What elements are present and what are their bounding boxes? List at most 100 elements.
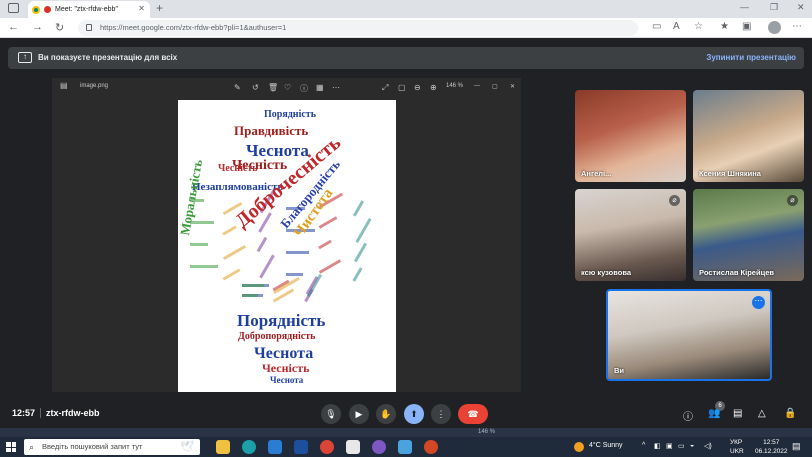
edit-icon[interactable]: ✎	[234, 83, 241, 92]
read-aloud-icon[interactable]: A	[673, 21, 680, 32]
taskbar-clock[interactable]: 12:57 06.12.2022	[755, 438, 788, 456]
raise-hand-button[interactable]: ✋	[376, 404, 396, 424]
participant-tile[interactable]: ⌀ ксю кузовова	[575, 189, 686, 281]
word-cloud-filler	[352, 200, 365, 217]
word-cloud-word: Добропорядність	[238, 331, 316, 342]
tray-app-icon[interactable]: ◧	[654, 442, 661, 450]
clock-time: 12:57	[763, 439, 780, 446]
print-icon[interactable]: ▦	[316, 83, 324, 92]
photos-icon[interactable]	[398, 440, 412, 454]
mic-off-icon: ⌀	[669, 195, 680, 206]
viber-icon[interactable]	[372, 440, 386, 454]
shared-screen: ▤ image.png ✎ ↺ 🗑 ♡ ⓘ ▦ ⋯ ⤢ ▢ ⊖ ⊕ 146 % …	[52, 78, 521, 392]
tab-title: Meet: "ztx-rfdw-ebb"	[55, 6, 118, 13]
notifications-icon[interactable]: ▤	[792, 441, 801, 452]
meet-area: ↑ Ви показуєте презентацію для всіх Зупи…	[0, 38, 812, 428]
divider	[40, 408, 41, 418]
word-cloud-filler	[259, 254, 275, 279]
tray-volume-icon[interactable]: ◁)	[704, 442, 712, 450]
meet-favicon-icon	[32, 5, 40, 14]
language-indicator[interactable]: УКР UKR	[730, 438, 744, 456]
heart-icon[interactable]: ♡	[284, 83, 291, 92]
participant-name: Ксения Шнякина	[699, 169, 761, 178]
back-icon[interactable]: ←	[8, 21, 19, 33]
info-icon[interactable]: ⓘ	[300, 83, 308, 94]
end-call-button[interactable]: ☎	[458, 404, 488, 424]
viewer-more-icon[interactable]: ⋯	[332, 83, 340, 92]
more-options-icon[interactable]: ⋯	[752, 296, 765, 309]
zoom-level: 146 %	[446, 83, 464, 89]
language-bottom: UKR	[730, 448, 744, 455]
rotate-icon[interactable]: ↺	[252, 83, 259, 92]
weather-text[interactable]: 4°C Sunny	[589, 442, 623, 449]
tray-network-icon[interactable]: ◒	[690, 442, 694, 449]
people-icon[interactable]: 👥	[708, 408, 720, 419]
meeting-info-icon[interactable]: ⓘ	[683, 408, 693, 423]
taskbar-search-input[interactable]: ⌕ Введіть пошуковий запит тут	[24, 439, 200, 455]
file-explorer-icon[interactable]	[216, 440, 230, 454]
tab-actions-icon[interactable]	[8, 3, 19, 13]
word-cloud-word: Чесність	[262, 361, 310, 375]
forward-icon[interactable]: →	[32, 21, 43, 33]
word-cloud-image: Порядність Правдивість Чесність Чеснота Неза…	[178, 100, 396, 392]
present-screen-button[interactable]: ⬆	[404, 404, 424, 424]
tab-close-icon[interactable]: ✕	[138, 4, 145, 13]
participant-tile[interactable]: ⌀ Ростислав Кірейцев	[693, 189, 804, 281]
word-cloud-word: Чеснота	[270, 375, 304, 385]
browser-window: Meet: "ztx-rfdw-ebb" ✕ + — ❐ ✕ ← → ↻ htt…	[0, 0, 812, 457]
word-cloud-filler	[242, 294, 258, 297]
word-cloud-word: Чесність	[218, 163, 258, 174]
word-cloud-filler	[242, 284, 264, 287]
tray-chevron-icon[interactable]: ^	[642, 442, 645, 449]
reload-icon[interactable]: ↻	[55, 21, 64, 34]
fit-icon[interactable]: ▢	[398, 83, 406, 92]
delete-icon[interactable]: 🗑	[268, 83, 278, 92]
edge-icon[interactable]	[242, 440, 256, 454]
viewer-close-icon[interactable]: ✕	[510, 83, 515, 90]
powerpoint-icon[interactable]	[424, 440, 438, 454]
present-screen-icon: ↑	[18, 52, 32, 63]
zoom-in-icon[interactable]: ⊕	[430, 83, 437, 92]
viewer-minimize-icon[interactable]: —	[474, 83, 480, 89]
stop-presentation-button[interactable]: Зупинити презентацію	[706, 53, 796, 62]
new-tab-button[interactable]: +	[156, 1, 163, 15]
start-icon[interactable]	[6, 442, 16, 452]
collections-icon[interactable]: ▣	[742, 21, 751, 32]
expand-icon[interactable]: ⤢	[382, 83, 388, 93]
activities-icon[interactable]: △	[758, 408, 766, 419]
address-bar[interactable]: https://meet.google.com/ztx-rfdw-ebb?pli…	[78, 20, 638, 36]
favorites-icon[interactable]: ★	[720, 21, 729, 32]
chrome-icon[interactable]	[320, 440, 334, 454]
window-close-icon[interactable]: ✕	[797, 2, 805, 13]
word-cloud-filler	[222, 225, 237, 236]
mail-icon[interactable]	[268, 440, 282, 454]
host-controls-icon[interactable]: 🔒	[784, 408, 796, 419]
camera-in-use-icon[interactable]: ▭	[652, 21, 661, 32]
viewer-maximize-icon[interactable]: ▢	[492, 83, 498, 90]
favorite-star-icon[interactable]: ☆	[694, 21, 703, 32]
word-cloud-word: Правдивість	[234, 123, 309, 138]
self-view-tile[interactable]: ⋯ Ви	[606, 289, 772, 381]
camera-button[interactable]: ▶	[349, 404, 369, 424]
microphone-button[interactable]: 🎙	[321, 404, 341, 424]
tray-battery-icon[interactable]: ▭	[678, 442, 685, 450]
maximize-icon[interactable]: ❐	[770, 2, 778, 13]
profile-avatar[interactable]	[768, 21, 781, 34]
minimize-icon[interactable]: —	[740, 2, 749, 12]
tray-teams-icon[interactable]: ▣	[666, 442, 673, 450]
more-icon[interactable]: ⋯	[792, 21, 802, 32]
tab-meet[interactable]: Meet: "ztx-rfdw-ebb" ✕	[28, 1, 150, 18]
participant-tile[interactable]: Ангелі...	[575, 90, 686, 182]
viewer-bottom-strip: 146 %	[0, 428, 812, 437]
participant-name: Ангелі...	[581, 169, 612, 178]
store-icon[interactable]	[294, 440, 308, 454]
zoom-out-icon[interactable]: ⊖	[414, 83, 421, 92]
word-cloud-word: Порядність	[264, 109, 316, 120]
app-icon[interactable]	[346, 440, 360, 454]
viewer-app-icon: ▤	[60, 81, 68, 90]
participant-tile[interactable]: Ксения Шнякина	[693, 90, 804, 182]
word-cloud-word: Чеснота	[254, 345, 314, 362]
participant-name: Ви	[614, 366, 625, 375]
chat-icon[interactable]: ▤	[733, 408, 742, 419]
more-options-button[interactable]: ⋮	[431, 404, 451, 424]
